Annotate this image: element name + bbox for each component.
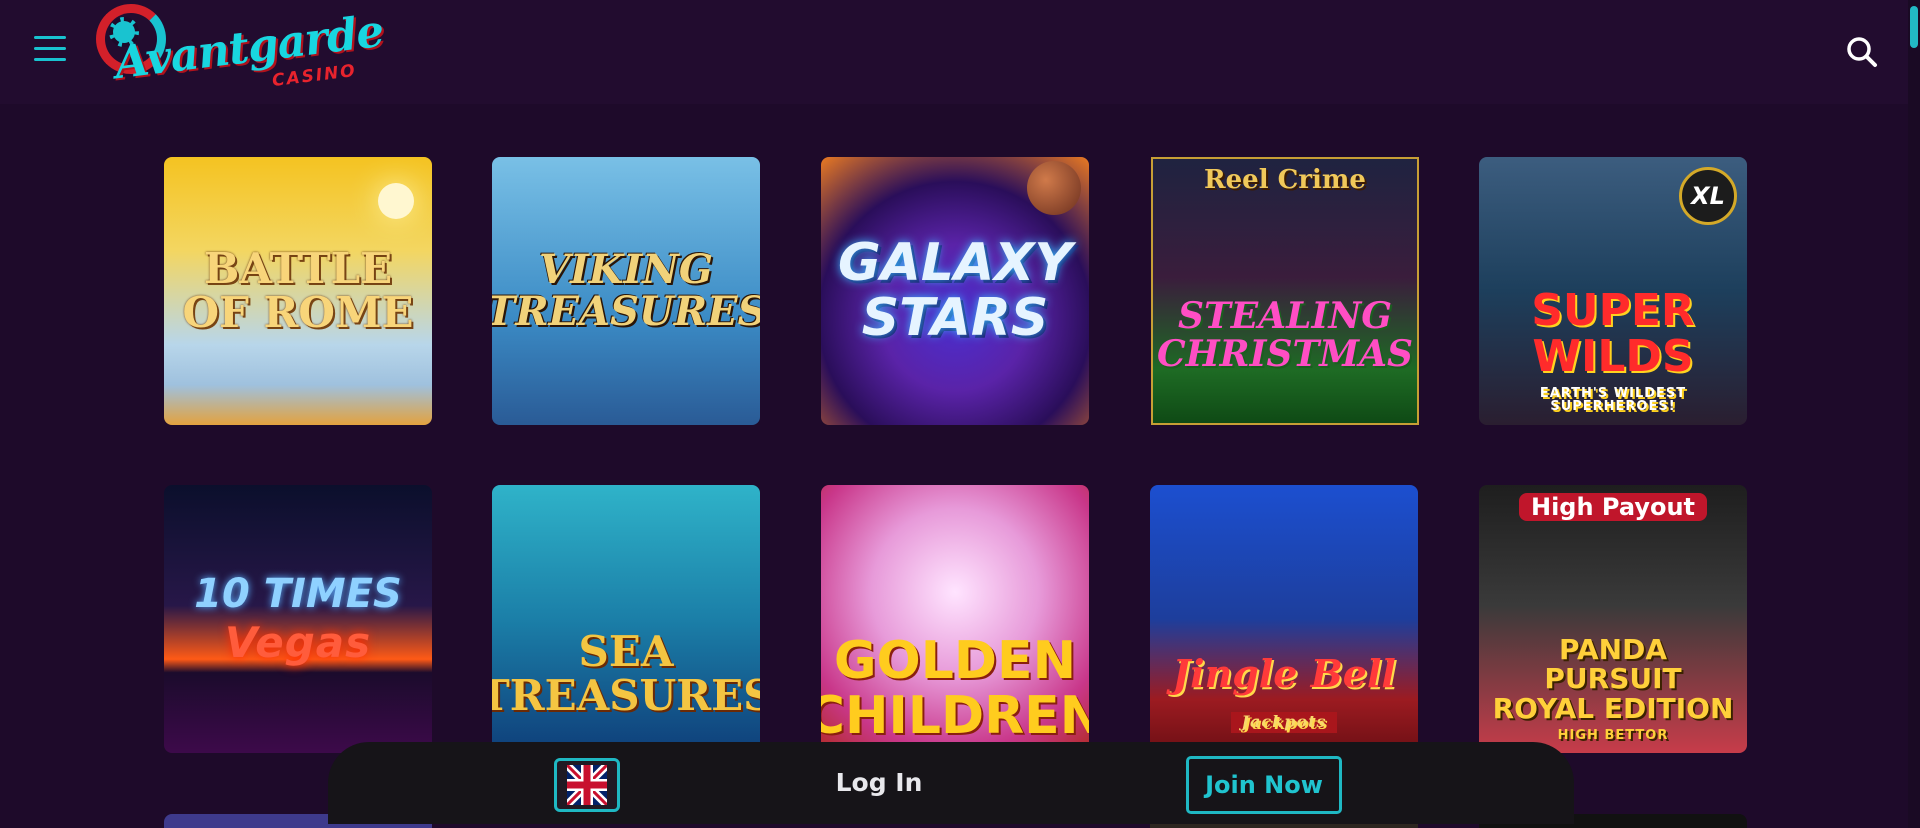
game-title: Super Wilds Earth's Wildest Superheroes! bbox=[1479, 288, 1747, 414]
game-tile-battle-of-rome[interactable]: Battle of Rome bbox=[164, 157, 432, 425]
game-tile-stealing-christmas[interactable]: Reel Crime Stealing Christmas bbox=[1151, 157, 1419, 425]
language-selector[interactable] bbox=[554, 758, 620, 812]
join-now-button[interactable]: Join Now bbox=[1186, 756, 1342, 814]
hamburger-menu-icon[interactable] bbox=[34, 36, 66, 64]
game-title: Sea Treasures bbox=[492, 626, 760, 720]
game-tile-sea-treasures[interactable]: Sea Treasures bbox=[492, 485, 760, 753]
game-subtitle: Jackpots bbox=[1231, 712, 1337, 733]
game-title: Battle of Rome bbox=[182, 243, 414, 337]
scrollbar-thumb[interactable] bbox=[1910, 6, 1918, 48]
game-title: Panda Pursuit Royal Edition High Bettor bbox=[1479, 635, 1747, 743]
game-subtitle: High Bettor bbox=[1557, 728, 1669, 744]
game-title: Galaxy Stars bbox=[837, 233, 1073, 348]
site-logo[interactable]: Avantgarde CASINO bbox=[96, 4, 386, 100]
game-title: Viking Treasures bbox=[492, 246, 760, 335]
game-title: Stealing Christmas bbox=[1157, 295, 1414, 375]
bottom-action-bar: Log In Join Now bbox=[328, 742, 1574, 824]
game-title-text: Panda Pursuit Royal Edition bbox=[1492, 633, 1734, 725]
game-title: Jingle Bell Jackpots bbox=[1162, 654, 1406, 734]
page-scrollbar[interactable] bbox=[1908, 0, 1920, 828]
game-top-label: High Payout bbox=[1519, 493, 1707, 521]
game-title-text: 10 Times bbox=[194, 570, 402, 617]
game-tile-panda-pursuit[interactable]: High Payout Panda Pursuit Royal Edition … bbox=[1479, 485, 1747, 753]
site-header: Avantgarde CASINO bbox=[0, 0, 1908, 104]
login-button[interactable]: Log In bbox=[824, 760, 934, 806]
game-subtitle: Earth's Wildest Superheroes! bbox=[1539, 385, 1687, 415]
game-tile-10-times-vegas[interactable]: 10 Times Vegas bbox=[164, 485, 432, 753]
game-tile-super-wilds[interactable]: XL Super Wilds Earth's Wildest Superhero… bbox=[1479, 157, 1747, 425]
game-title-text: Jingle Bell bbox=[1172, 651, 1396, 697]
game-subtitle: Vegas bbox=[224, 617, 372, 667]
game-top-label: Reel Crime bbox=[1204, 165, 1366, 195]
xl-badge: XL bbox=[1679, 167, 1737, 225]
game-tile-jingle-bell-jackpots[interactable]: Jingle Bell Jackpots bbox=[1150, 485, 1418, 753]
search-icon[interactable] bbox=[1846, 36, 1878, 68]
game-tile-golden-children[interactable]: Golden Children bbox=[821, 485, 1089, 753]
game-title: Golden Children bbox=[821, 631, 1089, 746]
game-title-text: Super Wilds bbox=[1531, 285, 1695, 383]
game-tile-viking-treasures[interactable]: Viking Treasures bbox=[492, 157, 760, 425]
game-title: 10 Times Vegas bbox=[184, 573, 412, 665]
uk-flag-icon bbox=[567, 765, 607, 805]
game-tile-galaxy-stars[interactable]: Galaxy Stars bbox=[821, 157, 1089, 425]
